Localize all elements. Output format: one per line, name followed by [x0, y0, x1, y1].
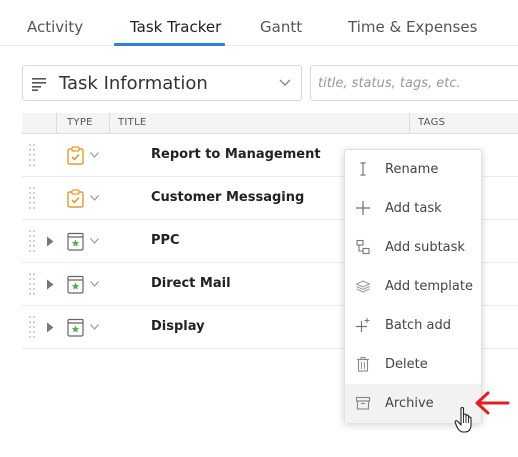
project-icon: [67, 318, 84, 337]
task-title[interactable]: Report to Management: [151, 147, 321, 162]
chevron-down-icon[interactable]: [90, 281, 99, 287]
task-title[interactable]: Display: [151, 319, 205, 334]
tab-time-expenses[interactable]: Time & Expenses: [348, 18, 477, 36]
column-header-tags[interactable]: TAGS: [418, 117, 445, 128]
chevron-down-icon[interactable]: [90, 195, 99, 201]
drag-handle-icon[interactable]: [28, 143, 36, 167]
task-title[interactable]: Customer Messaging: [151, 190, 304, 205]
task-title[interactable]: PPC: [151, 233, 180, 248]
drag-handle-icon[interactable]: [28, 272, 36, 296]
chevron-down-icon[interactable]: [90, 324, 99, 330]
chevron-down-icon[interactable]: [90, 238, 99, 244]
drag-handle-icon[interactable]: [28, 229, 36, 253]
search-box: [310, 65, 518, 101]
column-header-type[interactable]: TYPE: [67, 117, 93, 128]
task-icon: [67, 189, 84, 208]
red-arrow-icon: [475, 391, 510, 415]
menu-item-add-template[interactable]: Add template: [345, 267, 481, 306]
hand-pointer-icon: [454, 406, 472, 433]
menu-item-label: Add template: [385, 279, 473, 294]
chevron-down-icon: [279, 79, 291, 86]
view-selector[interactable]: Task Information: [22, 65, 302, 101]
drag-handle-icon[interactable]: [28, 186, 36, 210]
view-selector-label: Task Information: [59, 73, 208, 94]
expand-caret-icon[interactable]: [46, 236, 54, 247]
menu-item-delete[interactable]: Delete: [345, 345, 481, 384]
menu-item-label: Archive: [385, 396, 434, 411]
expand-caret-icon[interactable]: [46, 279, 54, 290]
column-divider: [56, 113, 57, 134]
tab-gantt[interactable]: Gantt: [260, 18, 302, 36]
task-title[interactable]: Direct Mail: [151, 276, 231, 291]
drag-handle-icon[interactable]: [28, 315, 36, 339]
project-icon: [67, 232, 84, 251]
menu-item-add-task[interactable]: Add task: [345, 189, 481, 228]
trash-icon: [357, 357, 369, 372]
menu-item-add-subtask[interactable]: Add subtask: [345, 228, 481, 267]
menu-item-batch-add[interactable]: Batch add: [345, 306, 481, 345]
template-icon: [355, 280, 371, 293]
menu-item-label: Add subtask: [385, 240, 465, 255]
column-divider: [409, 113, 410, 134]
tab-bar: Activity Task Tracker Gantt Time & Expen…: [0, 0, 518, 46]
subtask-icon: [356, 239, 370, 255]
context-menu: Rename Add task Add subtask Add template…: [344, 149, 482, 423]
expand-caret-icon[interactable]: [46, 322, 54, 333]
tab-task-tracker[interactable]: Task Tracker: [130, 18, 221, 36]
batch-add-icon: [356, 318, 370, 332]
plus-icon: [356, 201, 370, 215]
column-header-title[interactable]: TITLE: [118, 117, 147, 128]
archive-icon: [355, 396, 371, 410]
project-icon: [67, 275, 84, 294]
chevron-down-icon[interactable]: [90, 152, 99, 158]
list-view-icon: [32, 78, 46, 91]
menu-item-rename[interactable]: Rename: [345, 150, 481, 189]
text-cursor-icon: [360, 162, 366, 176]
menu-item-label: Add task: [385, 201, 442, 216]
menu-item-label: Batch add: [385, 318, 451, 333]
task-icon: [67, 146, 84, 165]
column-divider: [109, 113, 110, 134]
table-header: TYPE TITLE TAGS: [22, 113, 518, 134]
menu-item-label: Delete: [385, 357, 428, 372]
search-input[interactable]: [311, 66, 518, 100]
menu-item-label: Rename: [385, 162, 439, 177]
active-tab-indicator: [114, 43, 225, 46]
tab-activity[interactable]: Activity: [27, 18, 83, 36]
